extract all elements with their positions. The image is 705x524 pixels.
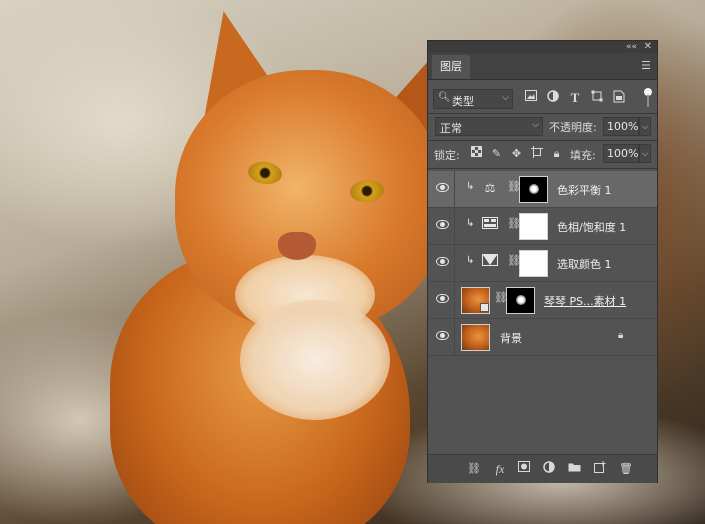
divider (428, 140, 657, 141)
blend-mode-row: 正常 ⌵ 不透明度: 100% ⌵ (433, 116, 652, 138)
clipping-arrow-icon: ↳ (466, 218, 475, 229)
layer-mask-thumbnail[interactable] (506, 287, 535, 314)
group-folder-icon[interactable] (566, 461, 582, 477)
opacity-input[interactable]: 100% (603, 117, 639, 136)
layer-name[interactable]: 琴琴 PS...素材 1 (544, 293, 626, 309)
opacity-dropdown-button[interactable]: ⌵ (639, 117, 651, 136)
layer-row[interactable]: 背景 🔒︎ (428, 319, 657, 356)
visibility-eye-icon[interactable] (436, 183, 449, 192)
fill-dropdown-button[interactable]: ⌵ (639, 144, 651, 163)
visibility-eye-icon[interactable] (436, 331, 449, 340)
lock-artboard-icon[interactable] (529, 146, 544, 161)
layer-row[interactable]: ↳ ⚖ ⛓ 色彩平衡 1 (428, 171, 657, 208)
divider (454, 208, 455, 244)
divider (454, 171, 455, 207)
smart-object-badge-icon (480, 303, 489, 312)
layers-panel: «« ✕ 图层 ☰ 🔍︎ 类型 ⌵ T 正常 ⌵ 不透明度: 100% ⌵ 锁定… (427, 40, 658, 483)
adjustment-layer-filter-icon[interactable] (545, 90, 561, 106)
trash-icon[interactable]: 🗑︎ (618, 461, 634, 477)
panel-menu-icon[interactable]: ☰ (641, 59, 651, 72)
layer-thumbnail[interactable] (461, 324, 490, 351)
blend-mode-select[interactable]: 正常 ⌵ (435, 117, 543, 136)
layer-mask-thumbnail[interactable] (519, 250, 548, 277)
fill-label: 填充: (570, 149, 596, 162)
layer-row[interactable]: ↳ ⛓ 色相/饱和度 1 (428, 208, 657, 245)
lock-label: 锁定: (434, 149, 460, 162)
collapse-icon[interactable]: «« (626, 41, 637, 53)
filter-kind-label: 类型 (452, 95, 474, 108)
lock-all-icon[interactable]: 🔒︎ (549, 146, 564, 161)
chevron-down-icon: ⌵ (532, 120, 539, 130)
close-icon[interactable]: ✕ (644, 41, 652, 53)
layer-mask-thumbnail[interactable] (519, 213, 548, 240)
fill-input[interactable]: 100% (603, 144, 639, 163)
cat-nose (278, 232, 316, 260)
visibility-eye-icon[interactable] (436, 294, 449, 303)
smart-object-filter-icon[interactable] (611, 90, 627, 106)
pixel-layer-filter-icon[interactable] (523, 90, 539, 106)
balance-icon: ⚖ (484, 181, 496, 195)
cat-chest (240, 300, 390, 420)
selective-color-icon (480, 254, 500, 271)
visibility-eye-icon[interactable] (436, 257, 449, 266)
link-icon[interactable]: ⛓ (466, 461, 482, 477)
divider (428, 168, 657, 169)
clipping-arrow-icon: ↳ (466, 255, 475, 266)
lock-icon: 🔒︎ (618, 330, 624, 341)
hue-saturation-icon (480, 217, 500, 234)
layer-mask-thumbnail[interactable] (519, 176, 548, 203)
layer-name[interactable]: 背景 (500, 330, 522, 346)
layer-row[interactable]: ⛓ 琴琴 PS...素材 1 (428, 282, 657, 319)
layer-name[interactable]: 选取颜色 1 (557, 256, 612, 272)
tab-layers[interactable]: 图层 (432, 55, 470, 79)
lock-row: 锁定: ✎ ✥ 🔒︎ 填充: 100% ⌵ (433, 143, 652, 165)
lock-position-icon[interactable]: ✥ (509, 146, 524, 161)
layer-name[interactable]: 色相/饱和度 1 (557, 219, 626, 235)
lock-transparent-pixels-icon[interactable] (469, 146, 484, 161)
divider (454, 282, 455, 318)
panel-tabbar: 图层 ☰ (428, 53, 657, 80)
shape-layer-filter-icon[interactable] (589, 90, 605, 106)
adjustment-layer-icon[interactable] (541, 461, 557, 477)
layer-thumbnail[interactable] (461, 287, 490, 314)
add-mask-icon[interactable] (516, 461, 532, 477)
type-layer-filter-icon[interactable]: T (567, 90, 583, 106)
new-layer-icon[interactable] (592, 461, 608, 477)
layer-row[interactable]: ↳ ⛓ 选取颜色 1 (428, 245, 657, 282)
layer-name[interactable]: 色彩平衡 1 (557, 182, 612, 198)
divider (454, 245, 455, 281)
panel-titlebar[interactable]: «« ✕ (428, 41, 657, 53)
divider (428, 113, 657, 114)
filter-toggle-switch[interactable] (644, 88, 652, 108)
fx-icon[interactable]: fx (492, 461, 508, 477)
layer-filter-row: 🔍︎ 类型 ⌵ T (433, 88, 652, 110)
opacity-label: 不透明度: (549, 121, 597, 134)
blend-mode-value: 正常 (440, 122, 462, 135)
search-icon: 🔍︎ (438, 92, 451, 103)
panel-bottom-toolbar: ⛓ fx 🗑︎ (428, 454, 657, 483)
lock-image-pixels-icon[interactable]: ✎ (489, 146, 504, 161)
toggle-track (647, 95, 649, 107)
visibility-eye-icon[interactable] (436, 220, 449, 229)
chevron-down-icon: ⌵ (502, 93, 509, 103)
divider (454, 319, 455, 355)
clipping-arrow-icon: ↳ (466, 181, 475, 192)
filter-kind-select[interactable]: 🔍︎ 类型 ⌵ (433, 89, 513, 109)
